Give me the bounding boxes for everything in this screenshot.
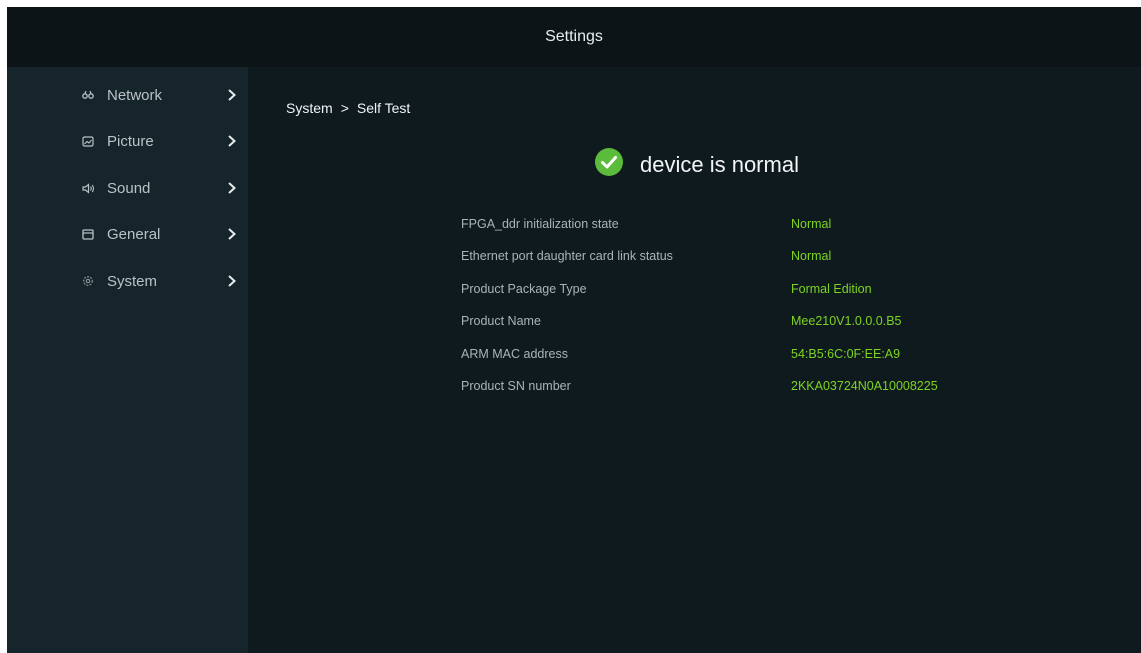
- page-title: Settings: [545, 28, 603, 45]
- main-panel: System > Self Test device is normal FPGA…: [248, 67, 1141, 653]
- breadcrumb-parent[interactable]: System: [286, 100, 333, 116]
- sidebar-item-label: System: [107, 272, 158, 290]
- sidebar-item-label: Network: [107, 86, 163, 104]
- row-value: Mee210V1.0.0.0.B5: [791, 314, 902, 329]
- general-icon: [81, 227, 95, 241]
- chevron-right-icon: [225, 227, 239, 241]
- chevron-right-icon: [225, 88, 239, 102]
- row-value: Normal: [791, 217, 832, 231]
- breadcrumb-separator: >: [340, 100, 349, 116]
- sidebar: Network Picture Sound General System: [7, 67, 248, 653]
- sound-icon: [81, 181, 95, 195]
- sidebar-item-network[interactable]: Network: [7, 75, 248, 115]
- network-icon: [81, 88, 95, 102]
- chevron-right-icon: [225, 274, 239, 288]
- breadcrumb-current: Self Test: [356, 100, 411, 116]
- row-value: Formal Edition: [791, 281, 872, 296]
- sidebar-item-sound[interactable]: Sound: [7, 168, 248, 208]
- chevron-right-icon: [225, 134, 239, 148]
- row-value: 54:B5:6C:0F:EE:A9: [791, 346, 901, 361]
- device-status: device is normal: [594, 147, 799, 182]
- table-row: Ethernet port daughter card link status …: [461, 249, 1021, 281]
- row-key: ARM MAC address: [461, 346, 568, 361]
- table-row: FPGA_ddr initialization state Normal: [461, 217, 1021, 249]
- row-key: Product Name: [461, 314, 541, 329]
- picture-icon: [81, 134, 95, 148]
- system-icon: [81, 274, 95, 288]
- table-row: Product SN number 2KKA03724N0A10008225: [461, 379, 1021, 411]
- status-text: device is normal: [640, 151, 799, 177]
- row-key: Product SN number: [461, 378, 571, 393]
- check-circle-icon: [594, 147, 624, 182]
- chevron-right-icon: [225, 181, 239, 195]
- row-key: FPGA_ddr initialization state: [461, 217, 619, 231]
- sidebar-item-label: Sound: [107, 179, 151, 197]
- sidebar-item-label: Picture: [107, 132, 154, 150]
- table-row: ARM MAC address 54:B5:6C:0F:EE:A9: [461, 347, 1021, 379]
- breadcrumb: System > Self Test: [286, 100, 410, 116]
- row-key: Ethernet port daughter card link status: [461, 249, 673, 264]
- settings-window: Settings Network Picture Sound General S…: [7, 7, 1141, 653]
- self-test-results: FPGA_ddr initialization state Normal Eth…: [461, 217, 1021, 411]
- sidebar-item-system[interactable]: System: [7, 261, 248, 301]
- sidebar-item-picture[interactable]: Picture: [7, 121, 248, 161]
- table-row: Product Package Type Formal Edition: [461, 282, 1021, 314]
- sidebar-item-label: General: [107, 225, 161, 243]
- table-row: Product Name Mee210V1.0.0.0.B5: [461, 314, 1021, 346]
- title-bar: Settings: [7, 7, 1141, 67]
- row-value: Normal: [791, 249, 832, 264]
- row-value: 2KKA03724N0A10008225: [791, 378, 938, 393]
- row-key: Product Package Type: [461, 281, 587, 296]
- sidebar-item-general[interactable]: General: [7, 214, 248, 254]
